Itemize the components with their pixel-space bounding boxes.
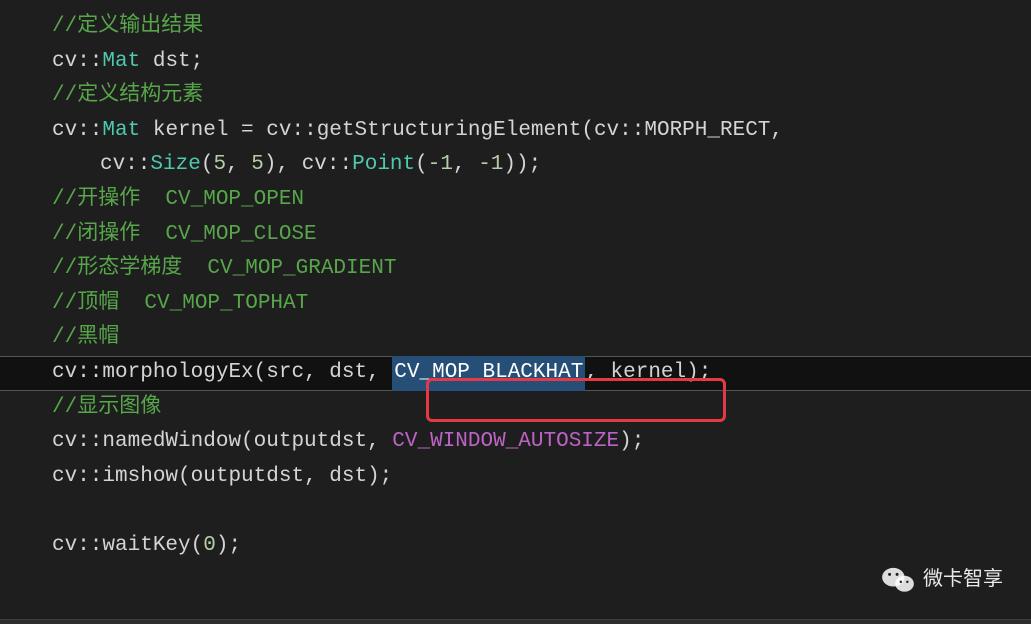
selected-constant: CV_MOP_BLACKHAT	[392, 356, 585, 391]
punctuation: );	[216, 529, 241, 564]
comment-text: //形态学梯度 CV_MOP_GRADIENT	[52, 252, 396, 287]
namespace: cv::	[266, 114, 316, 149]
comment-text: //定义输出结果	[52, 10, 203, 45]
punctuation: (	[415, 148, 428, 183]
function-name: namedWindow	[102, 425, 241, 460]
code-text: (outputdst,	[241, 425, 392, 460]
comment-text: //黑帽	[52, 321, 119, 356]
punctuation: ),	[264, 148, 302, 183]
number-literal: -1	[478, 148, 503, 183]
code-line[interactable]: //定义输出结果	[0, 10, 1031, 45]
function-name: imshow	[102, 460, 178, 495]
code-text: kernel =	[140, 114, 266, 149]
comment-text: //显示图像	[52, 391, 161, 426]
punctuation: ,	[770, 114, 783, 149]
number-literal: 0	[203, 529, 216, 564]
namespace: cv::	[302, 148, 352, 183]
namespace: cv::	[52, 460, 102, 495]
type-name: Size	[150, 148, 200, 183]
type-name: Mat	[102, 45, 140, 80]
namespace: cv::	[52, 356, 102, 391]
function-name: morphologyEx	[102, 356, 253, 391]
type-name: Mat	[102, 114, 140, 149]
code-line[interactable]: cv::imshow(outputdst, dst);	[0, 460, 1031, 495]
code-line[interactable]: cv::Mat kernel = cv::getStructuringEleme…	[0, 114, 1031, 149]
code-line[interactable]: //形态学梯度 CV_MOP_GRADIENT	[0, 252, 1031, 287]
code-line[interactable]: //黑帽	[0, 321, 1031, 356]
number-literal: 5	[251, 148, 264, 183]
code-line[interactable]: cv::Mat dst;	[0, 45, 1031, 80]
code-line[interactable]: cv::waitKey(0);	[0, 529, 1031, 564]
punctuation: ,	[453, 148, 478, 183]
punctuation: ,	[226, 148, 251, 183]
namespace: cv::	[52, 114, 102, 149]
code-line[interactable]: cv::namedWindow(outputdst, CV_WINDOW_AUT…	[0, 425, 1031, 460]
function-name: getStructuringElement	[317, 114, 582, 149]
code-text: (outputdst, dst);	[178, 460, 392, 495]
constant: MORPH_RECT	[644, 114, 770, 149]
code-line-highlighted[interactable]: cv::morphologyEx(src, dst, CV_MOP_BLACKH…	[0, 356, 1031, 391]
code-line-empty[interactable]	[0, 494, 1031, 529]
code-line[interactable]: //显示图像	[0, 391, 1031, 426]
namespace: cv::	[52, 425, 102, 460]
comment-text: //开操作 CV_MOP_OPEN	[52, 183, 304, 218]
punctuation: (	[581, 114, 594, 149]
constant: CV_WINDOW_AUTOSIZE	[392, 425, 619, 460]
code-text: dst;	[140, 45, 203, 80]
number-literal: 5	[213, 148, 226, 183]
watermark: 微卡智享	[881, 563, 1003, 596]
code-line[interactable]: cv::Size(5, 5), cv::Point(-1, -1));	[0, 148, 1031, 183]
namespace: cv::	[52, 529, 102, 564]
bottom-bar	[0, 619, 1031, 624]
namespace: cv::	[100, 148, 150, 183]
namespace: cv::	[594, 114, 644, 149]
punctuation: (	[191, 529, 204, 564]
function-name: waitKey	[102, 529, 190, 564]
number-literal: -1	[428, 148, 453, 183]
comment-text: //定义结构元素	[52, 79, 203, 114]
code-line[interactable]: //闭操作 CV_MOP_CLOSE	[0, 218, 1031, 253]
code-text: (src, dst,	[254, 356, 393, 391]
punctuation: ));	[503, 148, 541, 183]
watermark-text: 微卡智享	[923, 563, 1003, 596]
code-text: , kernel);	[585, 356, 711, 391]
wechat-icon	[881, 566, 915, 594]
namespace: cv::	[52, 45, 102, 80]
code-line[interactable]: //开操作 CV_MOP_OPEN	[0, 183, 1031, 218]
code-editor[interactable]: //定义输出结果 cv::Mat dst; //定义结构元素 cv::Mat k…	[0, 0, 1031, 564]
punctuation: (	[201, 148, 214, 183]
punctuation: );	[619, 425, 644, 460]
comment-text: //顶帽 CV_MOP_TOPHAT	[52, 287, 308, 322]
code-line[interactable]: //定义结构元素	[0, 79, 1031, 114]
comment-text: //闭操作 CV_MOP_CLOSE	[52, 218, 317, 253]
type-name: Point	[352, 148, 415, 183]
code-line[interactable]: //顶帽 CV_MOP_TOPHAT	[0, 287, 1031, 322]
